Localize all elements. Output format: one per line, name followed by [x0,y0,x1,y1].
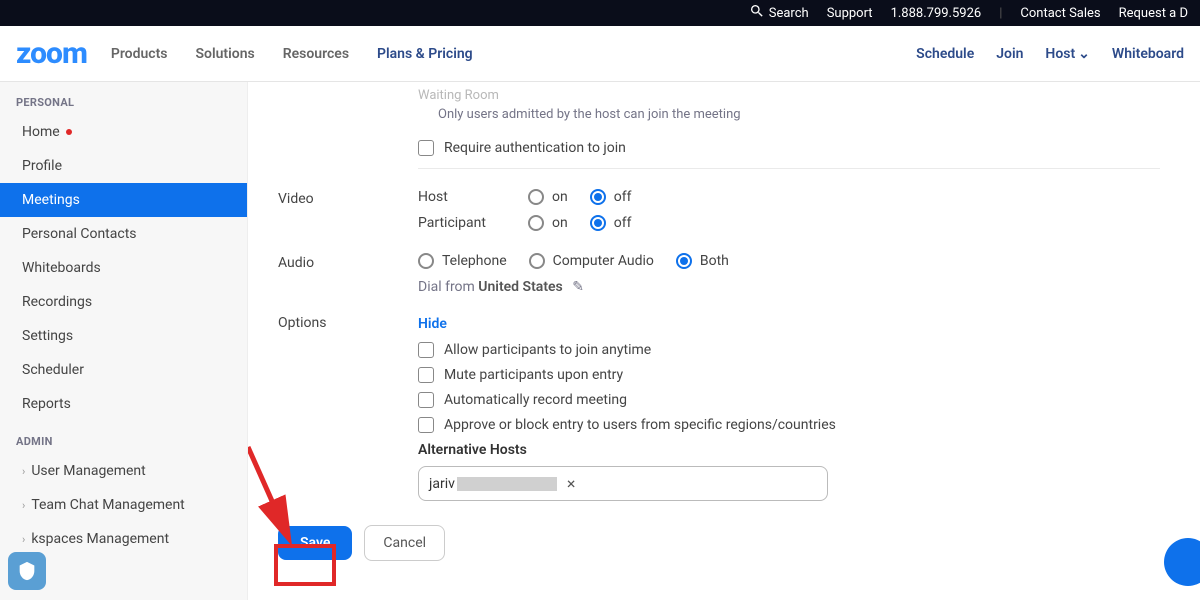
participant-video-label: Participant [418,215,528,231]
sidebar-item-whiteboards[interactable]: Whiteboards [0,251,247,285]
sidebar-item-reports[interactable]: Reports [0,387,247,421]
nav-plans[interactable]: Plans & Pricing [377,46,473,62]
host-video-on-radio[interactable] [528,189,544,205]
waiting-room-label: Waiting Room [418,82,1160,103]
join-anytime-checkbox[interactable] [418,342,434,358]
dial-from-row: Dial from United States ✎ [418,279,1160,295]
redacted-mask [457,477,557,491]
waiting-room-description: Only users admitted by the host can join… [438,107,1160,122]
sidebar-item-scheduler[interactable]: Scheduler [0,353,247,387]
sidebar-item-workspaces[interactable]: ›kspaces Management [0,522,247,556]
search-icon [749,3,769,23]
participant-video-off-radio[interactable] [590,215,606,231]
sidebar-item-team-chat[interactable]: ›Team Chat Management [0,488,247,522]
nav-whiteboard[interactable]: Whiteboard [1112,46,1184,62]
nav-products[interactable]: Products [111,46,168,62]
top-utility-bar: Search Support 1.888.799.5926 | Contact … [0,0,1200,26]
sidebar: PERSONAL Home Profile Meetings Personal … [0,82,248,600]
nav-solutions[interactable]: Solutions [196,46,255,62]
sidebar-section-personal: PERSONAL [0,82,247,115]
options-section-label: Options [278,313,418,331]
alt-hosts-input[interactable]: jariv × [418,466,828,501]
save-button[interactable]: Save [278,526,352,560]
remove-chip-icon[interactable]: × [567,474,576,493]
audio-computer-radio[interactable] [529,253,545,269]
meeting-form: Waiting Room Only users admitted by the … [248,82,1200,600]
cancel-button[interactable]: Cancel [364,525,445,561]
sidebar-item-home[interactable]: Home [0,115,247,149]
chevron-right-icon: › [22,499,25,512]
nav-host[interactable]: Host⌄ [1045,46,1089,62]
audio-telephone-radio[interactable] [418,253,434,269]
main-nav-bar: zoom Products Solutions Resources Plans … [0,26,1200,82]
sidebar-item-recordings[interactable]: Recordings [0,285,247,319]
region-block-checkbox[interactable] [418,417,434,433]
sidebar-item-settings[interactable]: Settings [0,319,247,353]
mute-entry-checkbox[interactable] [418,367,434,383]
chevron-down-icon: ⌄ [1078,46,1090,62]
chevron-right-icon: › [22,465,25,478]
notification-dot-icon [66,129,72,135]
nav-join[interactable]: Join [996,46,1023,62]
request-demo-link[interactable]: Request a D [1119,6,1188,21]
separator: | [999,6,1002,21]
require-auth-checkbox[interactable] [418,140,434,156]
shield-badge-icon[interactable] [8,552,46,590]
nav-schedule[interactable]: Schedule [916,46,974,62]
video-section-label: Video [278,189,418,207]
host-video-off-radio[interactable] [590,189,606,205]
sidebar-item-meetings[interactable]: Meetings [0,183,247,217]
audio-section-label: Audio [278,253,418,271]
divider [418,168,1160,169]
participant-video-on-radio[interactable] [528,215,544,231]
nav-resources[interactable]: Resources [283,46,349,62]
phone-label: 1.888.799.5926 [891,6,982,21]
search-label: Search [769,6,809,21]
host-video-label: Host [418,189,528,205]
alt-host-chip-text: jariv [429,476,455,492]
sidebar-section-admin: ADMIN [0,421,247,454]
edit-dial-country-icon[interactable]: ✎ [572,279,584,295]
audio-both-radio[interactable] [676,253,692,269]
require-auth-label: Require authentication to join [444,140,626,156]
sidebar-item-user-mgmt[interactable]: ›User Management [0,454,247,488]
dial-country: United States [478,279,562,295]
sidebar-item-contacts[interactable]: Personal Contacts [0,217,247,251]
auto-record-checkbox[interactable] [418,392,434,408]
hide-options-link[interactable]: Hide [418,316,447,332]
contact-sales-link[interactable]: Contact Sales [1020,6,1100,21]
sidebar-item-profile[interactable]: Profile [0,149,247,183]
search-link[interactable]: Search [749,3,809,23]
chevron-right-icon: › [22,533,25,546]
zoom-logo[interactable]: zoom [16,36,87,71]
alt-hosts-label: Alternative Hosts [418,442,1160,458]
support-link[interactable]: Support [827,6,873,21]
